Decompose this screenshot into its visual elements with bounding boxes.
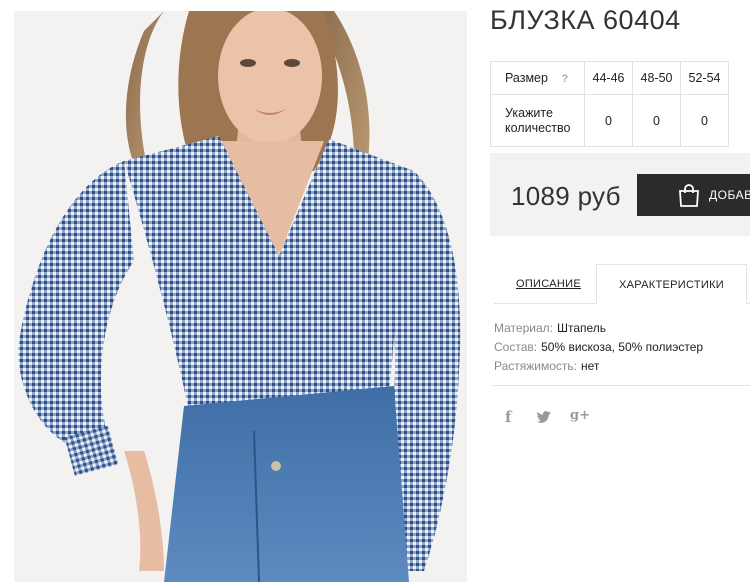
size-option-1: 48-50 — [632, 61, 681, 95]
quantity-field-1[interactable]: 0 — [632, 94, 681, 147]
spec-row-composition: Состав: 50% вискоза, 50% полиэстер — [494, 338, 703, 357]
size-option-2: 52-54 — [680, 61, 729, 95]
size-header-cell: Размер ? — [490, 61, 585, 95]
quantity-field-0[interactable]: 0 — [584, 94, 633, 147]
size-quantity-table: Размер ? 44-46 48-50 52-54 Укажите колич… — [490, 61, 729, 147]
quantity-label-cell: Укажите количество — [490, 94, 585, 147]
size-option-0: 44-46 — [584, 61, 633, 95]
info-tabs: ОПИСАНИЕ ХАРАКТЕРИСТИКИ — [490, 264, 750, 304]
price-box: 1089 руб ДОБАВ — [490, 153, 750, 236]
spec-key: Растяжимость: — [494, 359, 578, 373]
add-to-cart-button[interactable]: ДОБАВ — [637, 174, 750, 216]
googleplus-icon[interactable]: g+ — [570, 408, 590, 423]
shopping-bag-icon — [677, 183, 701, 213]
spec-value: нет — [581, 359, 600, 373]
spec-row-material: Материал: Штапель — [494, 319, 703, 338]
quantity-label-line2: количество — [505, 120, 571, 135]
specs-list: Материал: Штапель Состав: 50% вискоза, 50%… — [494, 319, 703, 376]
price: 1089 руб — [511, 181, 621, 211]
product-photo[interactable] — [14, 11, 467, 582]
facebook-icon[interactable]: f — [505, 408, 511, 426]
add-to-cart-label: ДОБАВ — [709, 188, 750, 202]
help-icon[interactable]: ? — [561, 73, 568, 85]
section-divider — [492, 385, 750, 386]
tab-characteristics-label: ХАРАКТЕРИСТИКИ — [618, 279, 725, 291]
quantity-label-line1: Укажите — [505, 105, 553, 120]
spec-value: Штапель — [556, 321, 607, 335]
size-label: Размер — [505, 71, 548, 85]
spec-value: 50% вискоза, 50% полиэстер — [541, 340, 704, 354]
spec-key: Состав: — [494, 340, 538, 354]
product-title: БЛУЗКА 60404 — [490, 5, 681, 35]
spec-key: Материал: — [494, 321, 553, 335]
twitter-icon[interactable] — [537, 408, 551, 427]
product-image — [14, 11, 467, 582]
spec-row-stretch: Растяжимость: нет — [494, 357, 703, 376]
quantity-field-2[interactable]: 0 — [680, 94, 729, 147]
tab-description[interactable]: ОПИСАНИЕ — [516, 278, 581, 290]
tab-characteristics[interactable]: ХАРАКТЕРИСТИКИ — [596, 264, 747, 304]
